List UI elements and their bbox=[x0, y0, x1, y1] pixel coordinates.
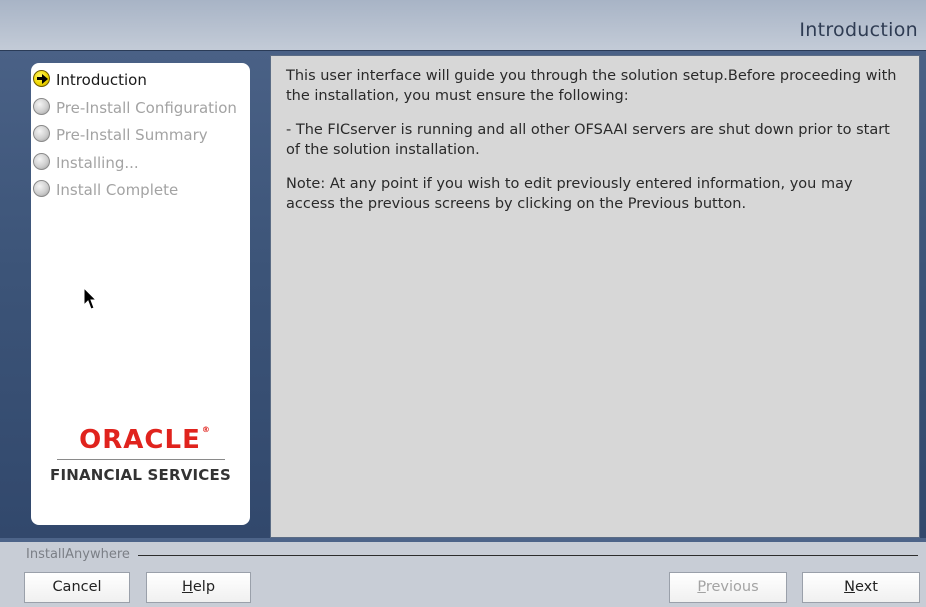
installanywhere-label: InstallAnywhere bbox=[26, 547, 138, 562]
footer-band bbox=[0, 538, 926, 542]
help-button-label: elp bbox=[192, 579, 216, 595]
next-button[interactable]: Next bbox=[802, 572, 920, 603]
next-mnemonic: N bbox=[844, 579, 855, 595]
gray-circle-icon bbox=[33, 180, 50, 198]
logo-divider bbox=[56, 459, 225, 460]
cancel-button-label: Cancel bbox=[52, 579, 102, 595]
step-pre-install-configuration: Pre-Install Configuration bbox=[31, 95, 250, 123]
cancel-button[interactable]: Cancel bbox=[24, 572, 130, 603]
prerequisite-paragraph: - The FICserver is running and all other… bbox=[286, 122, 890, 158]
financial-services-wordmark: FINANCIAL SERVICES bbox=[50, 466, 231, 484]
arrow-right-circle-icon bbox=[33, 70, 50, 87]
step-label: Introduction bbox=[56, 71, 147, 89]
previous-mnemonic: P bbox=[697, 579, 706, 595]
page-title: Introduction bbox=[799, 19, 918, 41]
oracle-wordmark: ORACLE® bbox=[79, 425, 210, 455]
step-label: Installing... bbox=[56, 153, 139, 172]
footer: InstallAnywhere Cancel Help Previous Nex… bbox=[0, 538, 926, 607]
intro-paragraph: This user interface will guide you throu… bbox=[286, 68, 897, 104]
steps-panel: Introduction Pre-Install Configuration P… bbox=[31, 63, 250, 525]
gray-circle-icon bbox=[33, 97, 50, 115]
mouse-pointer-icon bbox=[83, 287, 97, 310]
help-mnemonic: H bbox=[181, 579, 193, 595]
previous-button[interactable]: Previous bbox=[669, 572, 787, 603]
step-installing: Installing... bbox=[31, 150, 250, 178]
installer-window: Introduction Introduction Pre-Install Co… bbox=[0, 0, 926, 607]
step-pre-install-summary: Pre-Install Summary bbox=[31, 122, 250, 150]
note-paragraph: Note: At any point if you wish to edit p… bbox=[286, 176, 853, 212]
step-label: Pre-Install Summary bbox=[56, 126, 208, 145]
previous-button-label: revious bbox=[705, 579, 759, 595]
step-introduction: Introduction bbox=[31, 67, 250, 95]
brand-divider bbox=[26, 555, 918, 556]
gray-circle-icon bbox=[33, 152, 50, 170]
gray-circle-icon bbox=[33, 125, 50, 143]
step-label: Install Complete bbox=[56, 181, 179, 200]
brand-row: InstallAnywhere bbox=[0, 546, 926, 564]
oracle-financial-services-logo: ORACLE® FINANCIAL SERVICES bbox=[31, 425, 250, 484]
next-button-label: ext bbox=[854, 579, 878, 595]
help-button[interactable]: Help bbox=[146, 572, 251, 603]
step-label: Pre-Install Configuration bbox=[56, 98, 237, 117]
title-bar: Introduction bbox=[0, 0, 926, 51]
oracle-wordmark-text: ORACLE bbox=[79, 425, 201, 455]
steps-list: Introduction Pre-Install Configuration P… bbox=[31, 67, 250, 205]
intro-text: This user interface will guide you throu… bbox=[286, 66, 898, 228]
registered-mark: ® bbox=[201, 425, 210, 434]
step-install-complete: Install Complete bbox=[31, 177, 250, 205]
content-panel: This user interface will guide you throu… bbox=[270, 55, 920, 538]
